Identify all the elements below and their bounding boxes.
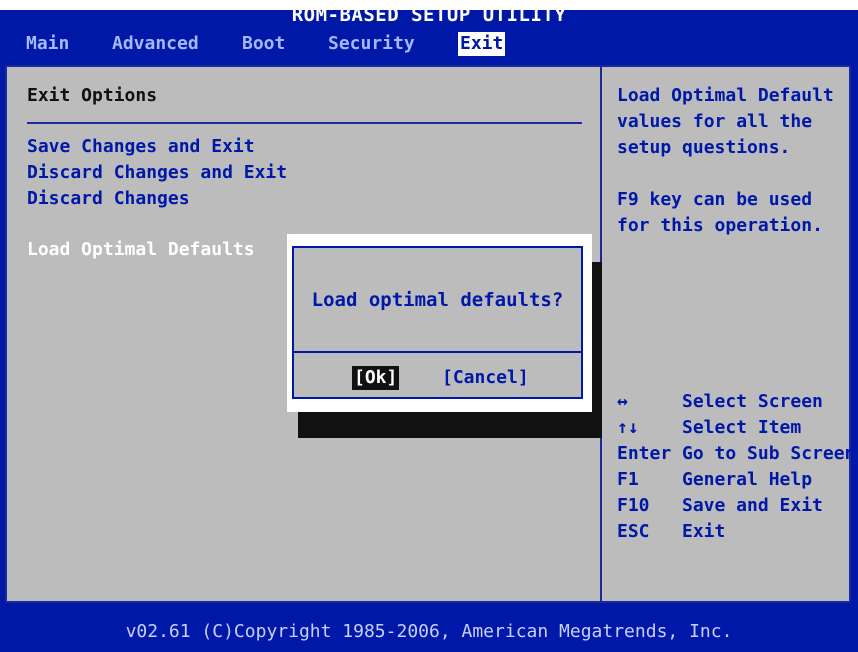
key-row: Enter Go to Sub Screen (617, 441, 857, 467)
help-note: F9 key can be used for this operation. (617, 189, 823, 236)
key-legend: ↔ Select Screen ↑↓ Select Item Enter Go … (617, 389, 857, 545)
ok-button[interactable]: [Ok] (352, 366, 400, 390)
copyright-footer: v02.61 (C)Copyright 1985-2006, American … (0, 612, 858, 643)
menu-security[interactable]: Security (326, 32, 417, 56)
cancel-button[interactable]: [Cancel] (442, 366, 529, 390)
section-heading: Exit Options (27, 85, 158, 106)
key-description: Exit (682, 521, 726, 542)
header-area: ROM-BASED SETUP UTILITY Main Advanced Bo… (0, 0, 858, 57)
key-description: Go to Sub Screen (682, 443, 856, 464)
left-right-arrow-icon: ↔ (617, 391, 628, 412)
key-row: F1 General Help (617, 467, 857, 493)
key-description: Select Item (682, 417, 802, 438)
utility-title: ROM-BASED SETUP UTILITY (291, 4, 567, 26)
menu-boot[interactable]: Boot (240, 32, 287, 56)
menu-bar: Main Advanced Boot Security Exit (0, 32, 858, 57)
option-discard-changes-and-exit[interactable]: Discard Changes and Exit (27, 160, 287, 186)
heading-divider (27, 122, 582, 124)
key-row: F10 Save and Exit (617, 493, 857, 519)
key-description: Select Screen (682, 391, 823, 412)
key-row: ESC Exit (617, 519, 857, 545)
key-row: ↔ Select Screen (617, 389, 857, 415)
up-down-arrow-icon: ↑↓ (617, 417, 639, 438)
dialog-divider (294, 351, 581, 353)
key-description: Save and Exit (682, 495, 823, 516)
key-label: Enter (617, 443, 672, 464)
key-label: F1 (617, 469, 639, 490)
help-description: Load Optimal Default values for all the … (617, 85, 834, 158)
key-row: ↑↓ Select Item (617, 415, 857, 441)
key-label: F10 (617, 495, 650, 516)
dialog-body: Load optimal defaults? [Ok] [Cancel] (292, 246, 583, 399)
key-label: ESC (617, 521, 650, 542)
confirm-dialog: Load optimal defaults? [Ok] [Cancel] (287, 234, 592, 412)
menu-exit[interactable]: Exit (458, 32, 506, 56)
option-save-changes-and-exit[interactable]: Save Changes and Exit (27, 134, 255, 160)
menu-main[interactable]: Main (24, 32, 71, 56)
option-discard-changes[interactable]: Discard Changes (27, 186, 190, 212)
help-column: Load Optimal Default values for all the … (602, 67, 855, 601)
help-text: Load Optimal Default values for all the … (617, 83, 842, 239)
option-load-optimal-defaults[interactable]: Load Optimal Defaults (27, 237, 255, 263)
menu-advanced[interactable]: Advanced (110, 32, 201, 56)
dialog-question: Load optimal defaults? (311, 289, 564, 311)
key-description: General Help (682, 469, 813, 490)
